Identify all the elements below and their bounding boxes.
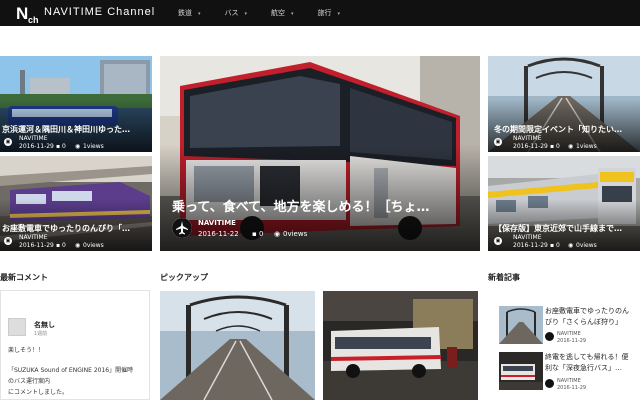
card-views: 0views bbox=[83, 242, 104, 249]
card-comments: 0 bbox=[556, 143, 560, 150]
card-views: 1views bbox=[576, 143, 597, 150]
night-bus-photo bbox=[499, 352, 543, 390]
airplane-icon bbox=[172, 218, 192, 238]
card-title[interactable]: お座敷電車でゆったりのんびり「… bbox=[2, 223, 152, 234]
comment-count-icon: ▪ bbox=[252, 230, 257, 238]
article-date: 2016-11-29 bbox=[557, 385, 587, 391]
nav-item-air[interactable]: 航空 ▾ bbox=[271, 8, 294, 18]
card-source: NAVITIME bbox=[513, 234, 542, 241]
card-comments: 0 bbox=[259, 230, 264, 238]
featured-card-canal-cruise[interactable]: 京浜運河＆隅田川＆神田川ゆった… ▣ NAVITIME 2016-11-29 ▪… bbox=[0, 56, 152, 152]
chevron-down-icon: ▾ bbox=[244, 11, 248, 17]
navitime-logo-icon[interactable]: N ch bbox=[15, 2, 39, 24]
svg-text:N: N bbox=[16, 4, 28, 23]
commented-article-link[interactable]: 「SUZUKA Sound of ENGINE 2016」開催時 bbox=[8, 365, 133, 374]
brand-name[interactable]: NAVITIME Channel bbox=[44, 6, 155, 18]
view-count-icon: ◉ bbox=[568, 143, 574, 150]
chevron-down-icon: ▾ bbox=[198, 11, 201, 17]
comment-count-icon: ▪ bbox=[56, 143, 61, 150]
featured-card-main-bus[interactable]: 乗って、食べて、地方を楽しめる！［ちょ… NAVITIME 2016-11-22… bbox=[160, 56, 480, 251]
card-date: 2016-11-29 bbox=[19, 143, 54, 150]
featured-card-tokyo-lines[interactable]: 【保存版】東京近郊で山手線まで… ▣ NAVITIME 2016-11-29 ▪… bbox=[488, 156, 640, 251]
article-date: 2016-11-29 bbox=[557, 338, 587, 344]
article-title[interactable]: 終電を逃しても帰れる！便 利な「深夜急行バス」… bbox=[545, 352, 637, 374]
card-views: 0views bbox=[576, 242, 597, 249]
comment-suffix: にコメントしました。 bbox=[8, 389, 69, 396]
card-title[interactable]: 乗って、食べて、地方を楽しめる！［ちょ… bbox=[172, 196, 477, 215]
article-thumbnail bbox=[499, 352, 543, 390]
bus-icon: ▣ bbox=[4, 138, 12, 146]
night-bus-photo bbox=[323, 291, 478, 400]
comment-time: 1週前 bbox=[34, 331, 48, 337]
railway-tracks-photo bbox=[499, 306, 543, 344]
card-date: 2016-11-29 bbox=[513, 143, 548, 150]
card-comments: 0 bbox=[556, 242, 560, 249]
pickup-card-night-bus[interactable] bbox=[323, 291, 478, 400]
article-thumbnail bbox=[499, 306, 543, 344]
view-count-icon: ◉ bbox=[568, 242, 574, 249]
pickup-heading: ピックアップ bbox=[160, 273, 208, 282]
railway-tracks-photo bbox=[160, 291, 315, 400]
view-count-icon: ◉ bbox=[75, 143, 81, 150]
train-icon bbox=[545, 332, 554, 341]
new-articles-heading: 新着記事 bbox=[488, 273, 520, 282]
card-title[interactable]: 京浜運河＆隅田川＆神田川ゆった… bbox=[2, 124, 152, 135]
article-source: NAVITIME bbox=[557, 331, 581, 337]
latest-comments-heading: 最新コメント bbox=[0, 273, 48, 282]
comment-count-icon: ▪ bbox=[550, 143, 555, 150]
chevron-down-icon: ▾ bbox=[337, 11, 341, 17]
card-date: 2016-11-22 bbox=[198, 230, 239, 238]
nav-item-rail[interactable]: 鉄道 ▾ bbox=[178, 8, 201, 18]
svg-text:ch: ch bbox=[28, 15, 39, 24]
card-date: 2016-11-29 bbox=[513, 242, 548, 249]
new-article-item[interactable]: 終電を逃しても帰れる！便 利な「深夜急行バス」… NAVITIME 2016-1… bbox=[497, 352, 637, 396]
article-source: NAVITIME bbox=[557, 378, 581, 384]
card-views: 1views bbox=[83, 143, 104, 150]
train-icon: ▣ bbox=[494, 138, 502, 146]
train-icon: ▣ bbox=[494, 237, 502, 245]
comment-text: 楽しそう！！ bbox=[8, 347, 45, 354]
train-icon: ▣ bbox=[4, 237, 12, 245]
card-source: NAVITIME bbox=[198, 219, 236, 227]
avatar bbox=[8, 318, 26, 336]
card-title[interactable]: 冬の期間限定イベント「知りたい… bbox=[494, 124, 640, 135]
pickup-card-tracks[interactable] bbox=[160, 291, 315, 400]
chevron-down-icon: ▾ bbox=[291, 11, 294, 17]
nav-item-travel[interactable]: 旅行 ▾ bbox=[318, 8, 341, 18]
view-count-icon: ◉ bbox=[274, 230, 281, 238]
main-nav: 鉄道 ▾ バス ▾ 航空 ▾ 旅行 ▾ bbox=[178, 8, 364, 18]
commented-article-link[interactable]: のバス運行案内 bbox=[8, 376, 50, 385]
card-date: 2016-11-29 bbox=[19, 242, 54, 249]
card-source: NAVITIME bbox=[19, 135, 48, 142]
card-views: 0views bbox=[283, 230, 308, 238]
card-title[interactable]: 【保存版】東京近郊で山手線まで… bbox=[494, 223, 640, 234]
comment-count-icon: ▪ bbox=[550, 242, 555, 249]
new-article-item[interactable]: お座敷電車でゆったりのん びり「さくらんぼ狩り」 NAVITIME 2016-1… bbox=[497, 306, 637, 350]
card-comments: 0 bbox=[62, 242, 66, 249]
view-count-icon: ◉ bbox=[75, 242, 81, 249]
comment-author: 名無し bbox=[34, 321, 55, 329]
article-title[interactable]: お座敷電車でゆったりのん びり「さくらんぼ狩り」 bbox=[545, 306, 637, 328]
comment-count-icon: ▪ bbox=[56, 242, 61, 249]
nav-item-bus[interactable]: バス ▾ bbox=[225, 8, 248, 18]
top-navigation-bar: N ch NAVITIME Channel 鉄道 ▾ バス ▾ 航空 ▾ 旅行 ▾ bbox=[0, 0, 640, 26]
card-source: NAVITIME bbox=[513, 135, 542, 142]
card-source: NAVITIME bbox=[19, 234, 48, 241]
featured-card-winter-event[interactable]: 冬の期間限定イベント「知りたい… ▣ NAVITIME 2016-11-29 ▪… bbox=[488, 56, 640, 152]
latest-comment-card[interactable]: 名無し 1週前 楽しそう！！ 「SUZUKA Sound of ENGINE 2… bbox=[0, 290, 150, 400]
bus-icon bbox=[545, 379, 554, 388]
card-comments: 0 bbox=[62, 143, 66, 150]
featured-card-zashiki-train[interactable]: お座敷電車でゆったりのんびり「… ▣ NAVITIME 2016-11-29 ▪… bbox=[0, 156, 152, 251]
